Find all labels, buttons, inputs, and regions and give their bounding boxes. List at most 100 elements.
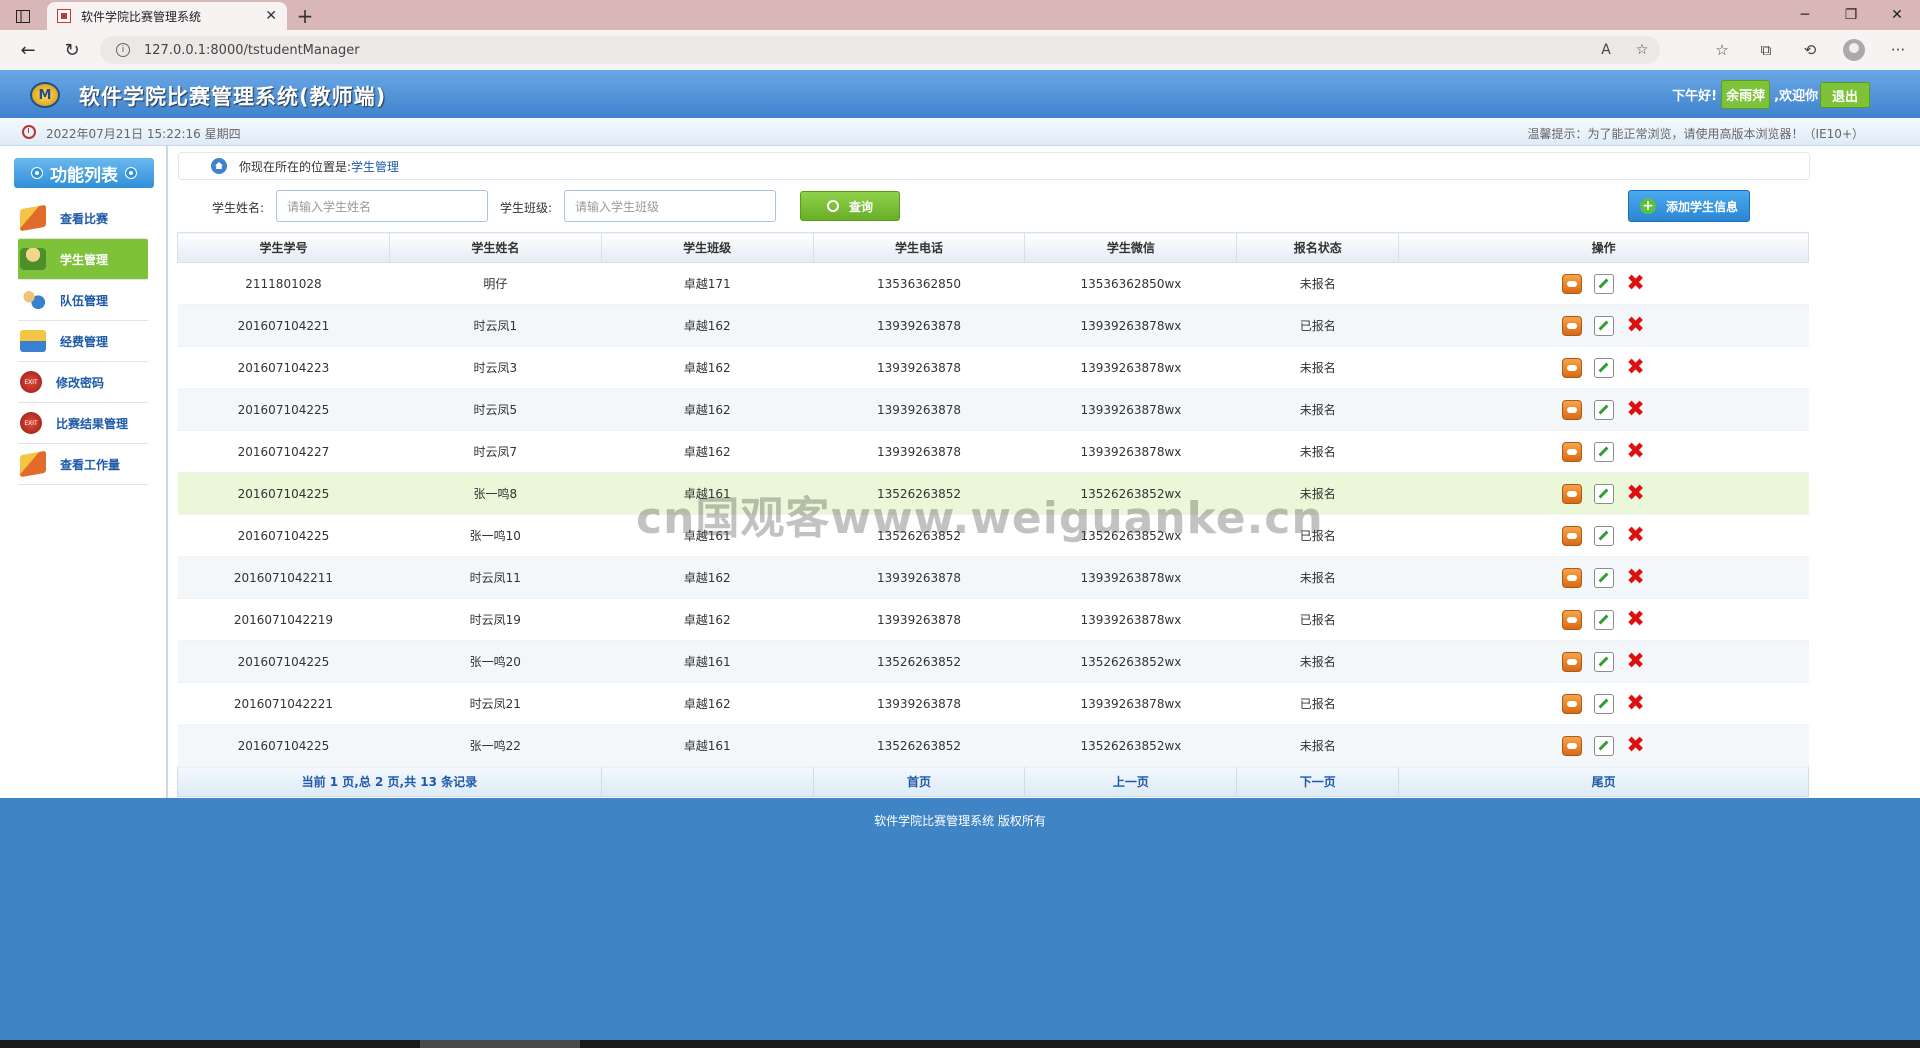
delete-icon[interactable]: ✖ [1626, 608, 1646, 630]
student-name-input[interactable]: 请输入学生姓名 [276, 190, 488, 222]
bullet-icon [126, 168, 136, 178]
browser-tab[interactable]: 软件学院比赛管理系统 ✕ [47, 2, 287, 30]
actions-cell: ✖ [1398, 556, 1809, 599]
favorites-icon[interactable]: ☆ [1700, 41, 1744, 59]
sidebar-item-contest-results[interactable]: EXIT 比赛结果管理 [18, 403, 148, 444]
actions-cell: ✖ [1398, 598, 1809, 641]
student-phone-cell: 13939263878 [813, 346, 1025, 389]
new-tab-icon[interactable]: + [292, 4, 318, 28]
view-icon[interactable] [1561, 399, 1582, 420]
refresh-icon[interactable]: ↻ [56, 36, 88, 64]
sidebar-item-funding-management[interactable]: 经费管理 [18, 321, 148, 362]
edit-icon[interactable] [1593, 567, 1614, 588]
table-row: 201607104223 时云凤3 卓越162 13939263878 13939263… [177, 346, 1809, 389]
history-icon[interactable]: ⟲ [1788, 41, 1832, 59]
query-button-label: 查询 [848, 199, 873, 214]
student-id-cell: 201607104225 [177, 640, 390, 683]
signup-status-cell: 已报名 [1236, 598, 1399, 641]
student-class-cell: 卓越162 [601, 430, 814, 473]
row-actions: ✖ [1399, 608, 1809, 630]
table-row: 2016071042219 时云凤19 卓越162 13939263878 139392… [177, 598, 1809, 641]
url-field[interactable]: i 127.0.0.1:8000/tstudentManager A ☆ [100, 36, 1660, 64]
student-class-input[interactable]: 请输入学生班级 [564, 190, 776, 222]
delete-icon[interactable]: ✖ [1626, 650, 1646, 672]
sidebar-item-student-management[interactable]: 学生管理 [18, 239, 148, 280]
window-close-icon[interactable]: ✕ [1874, 0, 1920, 30]
column-header: 学生姓名 [388, 232, 602, 263]
student-class-cell: 卓越161 [601, 514, 814, 557]
delete-icon[interactable]: ✖ [1626, 272, 1646, 294]
home-icon[interactable] [211, 158, 227, 174]
edit-icon[interactable] [1593, 441, 1614, 462]
student-phone-cell: 13939263878 [813, 430, 1025, 473]
edit-icon[interactable] [1593, 315, 1614, 336]
delete-icon[interactable]: ✖ [1626, 692, 1646, 714]
restore-icon[interactable]: ❐ [1828, 0, 1874, 30]
edit-icon[interactable] [1593, 525, 1614, 546]
delete-icon[interactable]: ✖ [1626, 440, 1646, 462]
taskbar-active-item[interactable] [420, 1040, 580, 1048]
view-icon[interactable] [1561, 483, 1582, 504]
plus-icon: + [1639, 198, 1656, 214]
delete-icon[interactable]: ✖ [1626, 314, 1646, 336]
add-favorite-icon[interactable]: ☆ [1624, 42, 1660, 58]
next-page-link[interactable]: 下一页 [1236, 766, 1400, 797]
signup-status-cell: 已报名 [1236, 682, 1399, 725]
student-wechat-cell: 13939263878wx [1024, 556, 1237, 599]
actions-cell: ✖ [1398, 724, 1809, 767]
student-class-cell: 卓越161 [601, 724, 814, 767]
read-aloud-icon[interactable]: A [1588, 42, 1624, 58]
edit-icon[interactable] [1593, 609, 1614, 630]
view-icon[interactable] [1561, 357, 1582, 378]
delete-icon[interactable]: ✖ [1626, 734, 1646, 756]
edit-icon[interactable] [1593, 651, 1614, 672]
prev-page-link[interactable]: 上一页 [1024, 766, 1238, 797]
info-icon[interactable]: i [116, 43, 130, 57]
student-id-cell: 2111801028 [177, 262, 390, 305]
edit-icon[interactable] [1593, 273, 1614, 294]
back-icon[interactable]: ← [12, 36, 44, 64]
sidebar-item-change-password[interactable]: EXIT 修改密码 [18, 362, 148, 403]
more-icon[interactable]: ··· [1876, 41, 1920, 59]
view-icon[interactable] [1561, 315, 1582, 336]
delete-icon[interactable]: ✖ [1626, 482, 1646, 504]
view-icon[interactable] [1561, 735, 1582, 756]
query-button[interactable]: 查询 [800, 191, 900, 221]
sidebar-title: 功能列表 [14, 158, 154, 188]
view-icon[interactable] [1561, 567, 1582, 588]
delete-icon[interactable]: ✖ [1626, 356, 1646, 378]
delete-icon[interactable]: ✖ [1626, 398, 1646, 420]
sidebar-item-view-contests[interactable]: 查看比赛 [18, 198, 148, 239]
collections-icon[interactable]: ⧉ [1744, 41, 1788, 59]
add-student-button[interactable]: + 添加学生信息 [1628, 190, 1750, 222]
profile-avatar[interactable] [1843, 39, 1865, 61]
student-wechat-cell: 13939263878wx [1024, 304, 1237, 347]
edit-icon[interactable] [1593, 693, 1614, 714]
edit-icon[interactable] [1593, 357, 1614, 378]
view-icon[interactable] [1561, 525, 1582, 546]
sidebar-item-team-management[interactable]: 队伍管理 [18, 280, 148, 321]
close-icon[interactable]: ✕ [265, 8, 277, 24]
minimize-icon[interactable]: ─ [1782, 0, 1828, 30]
student-id-cell: 201607104225 [177, 388, 390, 431]
view-icon[interactable] [1561, 609, 1582, 630]
edit-icon[interactable] [1593, 735, 1614, 756]
sidebar-item-view-workload[interactable]: 查看工作量 [18, 444, 148, 485]
edit-icon[interactable] [1593, 399, 1614, 420]
view-icon[interactable] [1561, 273, 1582, 294]
last-page-link[interactable]: 尾页 [1398, 766, 1809, 797]
view-icon[interactable] [1561, 441, 1582, 462]
breadcrumb-current[interactable]: 学生管理 [351, 158, 399, 175]
student-icon [20, 248, 46, 270]
delete-icon[interactable]: ✖ [1626, 524, 1646, 546]
logout-button[interactable]: 退出 [1820, 82, 1870, 108]
actions-cell: ✖ [1398, 640, 1809, 683]
edit-icon[interactable] [1593, 483, 1614, 504]
delete-icon[interactable]: ✖ [1626, 566, 1646, 588]
view-icon[interactable] [1561, 651, 1582, 672]
student-phone-cell: 13526263852 [813, 640, 1025, 683]
sidebar-toggle-icon[interactable] [10, 7, 36, 25]
view-icon[interactable] [1561, 693, 1582, 714]
first-page-link[interactable]: 首页 [812, 766, 1026, 797]
browser-address-bar: ← ↻ i 127.0.0.1:8000/tstudentManager A ☆… [0, 30, 1920, 70]
